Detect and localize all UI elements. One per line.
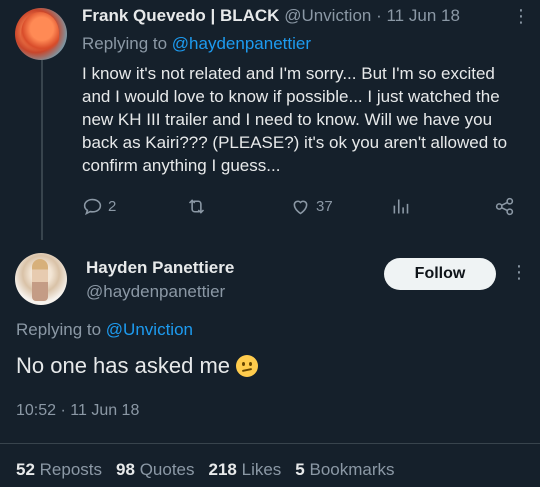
- tweet-date[interactable]: · 11 Jun 18: [376, 6, 460, 25]
- views-icon: [393, 199, 409, 214]
- divider: [0, 443, 540, 444]
- tweet-actions: 2 37: [82, 196, 522, 222]
- likes-stat[interactable]: 218 Likes: [209, 460, 282, 480]
- thread-connector: [41, 60, 43, 240]
- tweet-text: No one has asked me: [16, 353, 259, 379]
- more-icon[interactable]: ⋮: [510, 262, 528, 283]
- retweet-button[interactable]: [186, 196, 207, 217]
- retweet-icon: [188, 199, 205, 214]
- display-name[interactable]: Frank Quevedo | BLACK: [82, 6, 279, 25]
- tweet-timestamp[interactable]: 10:52 · 11 Jun 18: [16, 402, 139, 420]
- handle[interactable]: @Unviction: [284, 6, 371, 25]
- quotes-stat[interactable]: 98 Quotes: [116, 460, 194, 480]
- share-button[interactable]: [494, 196, 515, 217]
- avatar[interactable]: [15, 8, 67, 60]
- handle[interactable]: @haydenpanettier: [86, 282, 225, 302]
- more-icon[interactable]: ⋮: [512, 6, 530, 27]
- replying-to: Replying to @haydenpanettier: [82, 34, 311, 53]
- like-icon: [293, 200, 308, 215]
- reply-count: 2: [108, 198, 117, 215]
- replying-to: Replying to @Unviction: [16, 320, 193, 339]
- reply-button[interactable]: 2: [82, 196, 116, 217]
- follow-button[interactable]: Follow: [384, 258, 496, 290]
- confused-face-emoji: [236, 355, 259, 377]
- bookmarks-stat[interactable]: 5 Bookmarks: [295, 460, 394, 480]
- replying-to-handle[interactable]: @haydenpanettier: [172, 34, 311, 53]
- views-button[interactable]: [390, 196, 411, 217]
- replying-to-handle[interactable]: @Unviction: [106, 320, 193, 339]
- reply-tweet-header: Frank Quevedo | BLACK @Unviction · 11 Ju…: [82, 6, 460, 26]
- share-icon: [495, 197, 514, 216]
- reposts-stat[interactable]: 52 Reposts: [16, 460, 102, 480]
- avatar[interactable]: [15, 253, 67, 305]
- display-name[interactable]: Hayden Panettiere: [86, 258, 234, 278]
- reply-icon: [83, 198, 102, 216]
- engagement-stats: 52 Reposts 98 Quotes 218 Likes 5 Bookmar…: [16, 460, 395, 480]
- tweet-text: I know it's not related and I'm sorry...…: [82, 64, 508, 175]
- like-count: 37: [316, 198, 333, 215]
- like-button[interactable]: 37: [290, 196, 333, 217]
